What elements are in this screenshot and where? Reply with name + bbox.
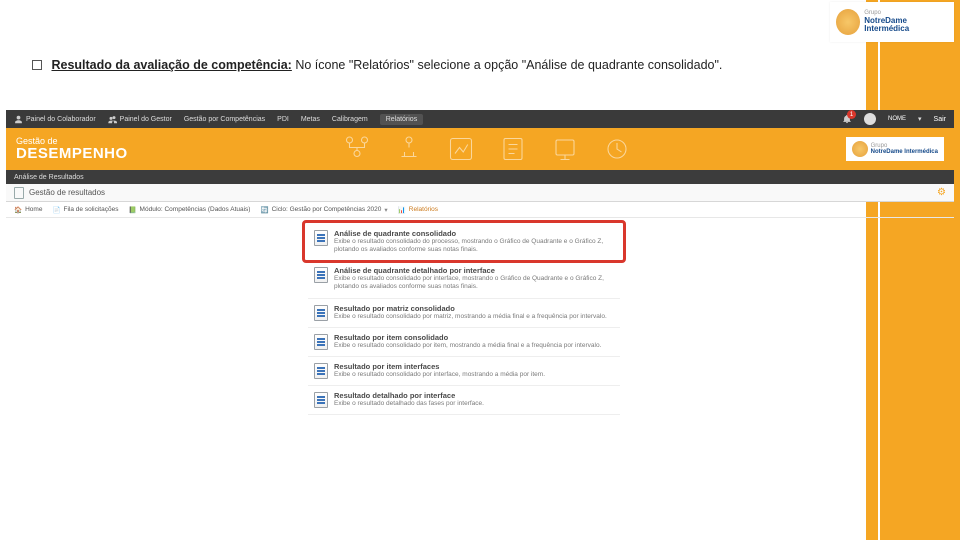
crumb-modulo[interactable]: 📗 Módulo: Competências (Dados Atuais) bbox=[128, 206, 250, 214]
notification-badge: 1 bbox=[847, 110, 856, 119]
report-quadrante-consolidado[interactable]: Análise de quadrante consolidadoExibe o … bbox=[308, 224, 620, 261]
reports-list: Análise de quadrante consolidadoExibe o … bbox=[308, 224, 620, 415]
crumb-home[interactable]: 🏠 Home bbox=[14, 206, 42, 214]
report-icon bbox=[314, 392, 328, 408]
document-icon bbox=[14, 187, 24, 199]
report-icon bbox=[314, 363, 328, 379]
report-matriz-consolidado[interactable]: Resultado por matriz consolidadoExibe o … bbox=[308, 299, 620, 328]
menubar: Painel do Colaborador Painel do Gestor G… bbox=[6, 110, 954, 128]
sun-icon bbox=[852, 141, 868, 157]
banner-logo: Grupo NotreDame Intermédica bbox=[846, 137, 944, 161]
report-icon bbox=[314, 305, 328, 321]
nav-relatorios[interactable]: Relatórios bbox=[380, 114, 424, 125]
logout-link[interactable]: Sair bbox=[934, 116, 946, 123]
banner-main: DESEMPENHO bbox=[16, 146, 128, 161]
section-title: Gestão de resultados bbox=[29, 188, 105, 197]
section-header: Gestão de resultados ⚙ bbox=[6, 184, 954, 202]
chevron-down-icon[interactable]: ▾ bbox=[918, 115, 922, 123]
report-icon bbox=[314, 334, 328, 350]
nav-metas[interactable]: Metas bbox=[301, 116, 320, 123]
app-screenshot: Painel do Colaborador Painel do Gestor G… bbox=[6, 110, 954, 450]
report-detalhado-interface[interactable]: Resultado detalhado por interfaceExibe o… bbox=[308, 386, 620, 415]
banner: Gestão de DESEMPENHO Grupo NotreDame Int… bbox=[6, 128, 954, 170]
crumb-fila[interactable]: 📄 Fila de solicitações bbox=[52, 206, 118, 214]
report-item-interfaces[interactable]: Resultado por item interfacesExibe o res… bbox=[308, 357, 620, 386]
breadcrumb: 🏠 Home 📄 Fila de solicitações 📗 Módulo: … bbox=[6, 202, 954, 218]
nav-calibragem[interactable]: Calibragem bbox=[332, 116, 368, 123]
top-logo: Grupo NotreDame Intermédica bbox=[830, 2, 954, 42]
bell-icon[interactable]: 1 bbox=[842, 114, 852, 124]
sun-icon bbox=[836, 9, 860, 35]
report-item-consolidado[interactable]: Resultado por item consolidadoExibe o re… bbox=[308, 328, 620, 357]
banner-deco bbox=[342, 134, 632, 164]
crumb-ciclo[interactable]: 🔄 Ciclo: Gestão por Competências 2020 ▾ bbox=[260, 206, 387, 214]
nav-pdi[interactable]: PDI bbox=[277, 116, 289, 123]
logo-brand: NotreDame Intermédica bbox=[864, 17, 948, 35]
user-name: NOME bbox=[888, 116, 906, 122]
instruction-line: Resultado da avaliação de competência: N… bbox=[32, 58, 722, 72]
nav-painel-colaborador[interactable]: Painel do Colaborador bbox=[14, 115, 96, 124]
subbar: Análise de Resultados bbox=[6, 170, 954, 184]
gear-icon[interactable]: ⚙ bbox=[937, 187, 946, 198]
crumb-relatorios[interactable]: 📊 Relatórios bbox=[398, 206, 438, 214]
report-quadrante-interface[interactable]: Análise de quadrante detalhado por inter… bbox=[308, 261, 620, 298]
instruction-lead: Resultado da avaliação de competência: bbox=[51, 58, 291, 72]
nav-competencias[interactable]: Gestão por Competências bbox=[184, 116, 265, 123]
report-icon bbox=[314, 267, 328, 283]
instruction-rest: No ícone "Relatórios" selecione a opção … bbox=[292, 58, 723, 72]
nav-painel-gestor[interactable]: Painel do Gestor bbox=[108, 115, 172, 124]
bullet-square-icon bbox=[32, 60, 42, 70]
avatar[interactable] bbox=[864, 113, 876, 125]
report-icon bbox=[314, 230, 328, 246]
